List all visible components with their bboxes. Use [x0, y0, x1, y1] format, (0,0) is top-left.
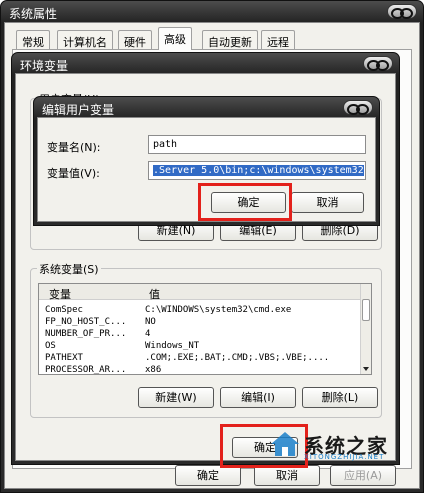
list-item[interactable]: PROCESSOR_AR... x86 — [39, 365, 361, 375]
variable-value: 4 — [145, 329, 151, 339]
tab-general[interactable]: 常规 — [16, 30, 50, 49]
system-variables-list[interactable]: 变量 值 ComSpec C:\WINDOWS\system32\cmd.exe … — [38, 283, 372, 375]
system-new-button[interactable]: 新建(W) — [138, 387, 214, 408]
variable-name: OS — [45, 341, 56, 351]
selected-value-text: .Server 5.0\bin;c:\windows\system32 — [153, 165, 364, 176]
variable-name: ComSpec — [45, 305, 83, 315]
list-item[interactable]: ComSpec C:\WINDOWS\system32\cmd.exe — [39, 305, 361, 317]
variable-value-field[interactable]: .Server 5.0\bin;c:\windows\system32 — [148, 161, 366, 180]
variable-name-label: 变量名(N): — [47, 141, 101, 154]
sysprops-apply-button[interactable]: 应用(A) — [330, 465, 396, 486]
house-icon — [271, 432, 299, 456]
edit-dialog-title: 编辑用户变量 — [42, 103, 115, 117]
variable-name: PROCESSOR_AR... — [45, 365, 127, 375]
list-item[interactable]: OS Windows_NT — [39, 341, 361, 353]
variable-name-field[interactable]: path — [148, 135, 366, 154]
list-item[interactable]: FP_NO_HOST_C... NO — [39, 317, 361, 329]
variable-value: NO — [145, 317, 156, 327]
variable-value: .COM;.EXE;.BAT;.CMD;.VBS;.VBE;.... — [145, 353, 330, 363]
tab-computer-name[interactable]: 计算机名 — [57, 30, 113, 49]
watermark-logo: 系统之家 XITONGZHIJIA.NET — [270, 426, 420, 466]
variable-value: C:\WINDOWS\system32\cmd.exe — [145, 305, 292, 315]
system-delete-button[interactable]: 删除(L) — [302, 387, 378, 408]
scrollbar-thumb[interactable] — [362, 299, 370, 321]
system-properties-title: 系统属性 — [9, 7, 58, 21]
variable-value-label: 变量值(V): — [47, 167, 100, 180]
variable-value: x86 — [145, 365, 162, 375]
column-value[interactable]: 值 — [149, 286, 160, 302]
tab-hardware[interactable]: 硬件 — [118, 30, 152, 49]
system-variables-label: 系统变量(S) — [37, 261, 101, 277]
system-edit-button[interactable]: 编辑(I) — [220, 387, 296, 408]
list-item[interactable]: NUMBER_OF_PR... 4 — [39, 329, 361, 341]
variable-value: Windows_NT — [145, 341, 200, 351]
scroll-down-icon[interactable] — [363, 367, 369, 371]
column-variable[interactable]: 变量 — [49, 286, 71, 302]
edit-cancel-button[interactable]: 取消 — [291, 192, 364, 213]
list-item[interactable]: PATHEXT .COM;.EXE;.BAT;.CMD;.VBS;.VBE;...… — [39, 353, 361, 365]
tab-auto-update[interactable]: 自动更新 — [202, 30, 258, 49]
window-control-icon[interactable] — [387, 4, 417, 19]
window-control-icon[interactable] — [363, 56, 393, 71]
sysprops-ok-button[interactable]: 确定 — [175, 465, 241, 486]
env-vars-title: 环境变量 — [20, 59, 69, 73]
vertical-scrollbar[interactable] — [360, 284, 371, 374]
variable-name: PATHEXT — [45, 353, 83, 363]
variable-name: FP_NO_HOST_C... — [45, 317, 127, 327]
tab-advanced[interactable]: 高级 — [158, 27, 192, 50]
variable-name: NUMBER_OF_PR... — [45, 329, 127, 339]
watermark-url: XITONGZHIJIA.NET — [304, 453, 385, 461]
sysprops-cancel-button[interactable]: 取消 — [254, 465, 320, 486]
tab-remote[interactable]: 远程 — [261, 30, 295, 49]
window-control-icon[interactable] — [343, 100, 373, 115]
edit-ok-highlight — [198, 183, 292, 221]
list-header: 变量 值 — [39, 284, 361, 302]
